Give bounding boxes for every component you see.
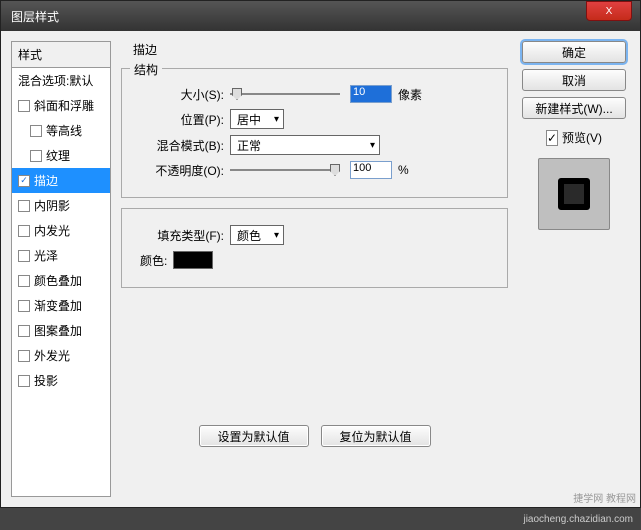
- style-label: 内阴影: [34, 197, 70, 214]
- fill-fieldset: 填充类型(F): 颜色 颜色:: [121, 208, 508, 288]
- preview-thumbnail: [538, 158, 610, 230]
- watermark-text: 捷学网 教程网: [573, 490, 636, 505]
- color-label: 颜色:: [140, 252, 167, 269]
- style-item-color-overlay[interactable]: 颜色叠加: [12, 268, 110, 293]
- checkbox-icon[interactable]: [18, 350, 30, 362]
- position-select[interactable]: 居中: [230, 109, 284, 129]
- position-row: 位置(P): 居中: [134, 109, 495, 129]
- dialog-body: 样式 混合选项:默认 斜面和浮雕 等高线 纹理 ✓ 描边 内阴影 内发光 光泽 颜…: [1, 31, 640, 507]
- preview-label: 预览(V): [562, 129, 602, 146]
- blend-mode-row: 混合模式(B): 正常: [134, 135, 495, 155]
- cancel-label: 取消: [562, 72, 586, 89]
- new-style-label: 新建样式(W)...: [535, 100, 612, 117]
- fill-type-row: 填充类型(F): 颜色: [134, 225, 495, 245]
- blend-options-label: 混合选项:默认: [18, 72, 93, 89]
- slider-thumb-icon[interactable]: [330, 164, 340, 176]
- preview-toggle[interactable]: ✓ 预览(V): [546, 129, 602, 146]
- preview-inner-icon: [558, 178, 590, 210]
- checkbox-icon[interactable]: [18, 325, 30, 337]
- ok-label: 确定: [562, 44, 586, 61]
- style-item-contour[interactable]: 等高线: [12, 118, 110, 143]
- structure-legend: 结构: [130, 61, 162, 78]
- style-label: 内发光: [34, 222, 70, 239]
- style-item-texture[interactable]: 纹理: [12, 143, 110, 168]
- style-item-inner-glow[interactable]: 内发光: [12, 218, 110, 243]
- style-item-pattern-overlay[interactable]: 图案叠加: [12, 318, 110, 343]
- layer-style-dialog: 图层样式 X 样式 混合选项:默认 斜面和浮雕 等高线 纹理 ✓ 描边 内阴影 内…: [0, 0, 641, 508]
- blend-mode-value: 正常: [237, 137, 261, 154]
- blend-options-item[interactable]: 混合选项:默认: [12, 68, 110, 93]
- slider-thumb-icon[interactable]: [232, 88, 242, 100]
- position-value: 居中: [237, 111, 261, 128]
- checkbox-icon[interactable]: [18, 250, 30, 262]
- checkbox-icon[interactable]: ✓: [18, 175, 30, 187]
- action-column: 确定 取消 新建样式(W)... ✓ 预览(V): [518, 41, 630, 497]
- make-default-button[interactable]: 设置为默认值: [199, 425, 309, 447]
- position-label: 位置(P):: [134, 111, 224, 128]
- panel-title: 描边: [133, 41, 508, 58]
- size-row: 大小(S): 10 像素: [134, 85, 495, 103]
- reset-default-button[interactable]: 复位为默认值: [321, 425, 431, 447]
- checkbox-icon[interactable]: [18, 200, 30, 212]
- new-style-button[interactable]: 新建样式(W)...: [522, 97, 626, 119]
- styles-header[interactable]: 样式: [11, 41, 111, 68]
- checkbox-icon[interactable]: [18, 275, 30, 287]
- structure-fieldset: 结构 大小(S): 10 像素 位置(P): 居中 混合模式(B): 正常: [121, 68, 508, 198]
- color-row: 颜色:: [134, 251, 495, 269]
- fill-type-label: 填充类型(F):: [134, 227, 224, 244]
- style-label: 描边: [34, 172, 58, 189]
- window-title: 图层样式: [11, 8, 59, 25]
- style-item-inner-shadow[interactable]: 内阴影: [12, 193, 110, 218]
- reset-default-label: 复位为默认值: [339, 428, 411, 445]
- page-footer: jiaocheng.chazidian.com: [0, 508, 641, 530]
- style-item-outer-glow[interactable]: 外发光: [12, 343, 110, 368]
- checkbox-icon[interactable]: [30, 150, 42, 162]
- styles-sidebar: 样式 混合选项:默认 斜面和浮雕 等高线 纹理 ✓ 描边 内阴影 内发光 光泽 颜…: [11, 41, 111, 497]
- fill-type-value: 颜色: [237, 227, 261, 244]
- size-label: 大小(S):: [134, 86, 224, 103]
- style-label: 图案叠加: [34, 322, 82, 339]
- style-label: 渐变叠加: [34, 297, 82, 314]
- close-button[interactable]: X: [586, 1, 632, 21]
- settings-panel: 描边 结构 大小(S): 10 像素 位置(P): 居中 混合模式(B):: [111, 41, 518, 497]
- size-slider[interactable]: [230, 93, 340, 95]
- styles-list: 混合选项:默认 斜面和浮雕 等高线 纹理 ✓ 描边 内阴影 内发光 光泽 颜色叠加…: [11, 68, 111, 497]
- cancel-button[interactable]: 取消: [522, 69, 626, 91]
- checkbox-icon[interactable]: ✓: [546, 130, 558, 146]
- style-label: 等高线: [46, 122, 82, 139]
- opacity-input[interactable]: 100: [350, 161, 392, 179]
- fill-type-select[interactable]: 颜色: [230, 225, 284, 245]
- blend-mode-select[interactable]: 正常: [230, 135, 380, 155]
- style-item-drop-shadow[interactable]: 投影: [12, 368, 110, 393]
- style-label: 投影: [34, 372, 58, 389]
- style-item-satin[interactable]: 光泽: [12, 243, 110, 268]
- close-x: X: [606, 6, 613, 17]
- style-item-gradient-overlay[interactable]: 渐变叠加: [12, 293, 110, 318]
- make-default-label: 设置为默认值: [217, 428, 289, 445]
- ok-button[interactable]: 确定: [522, 41, 626, 63]
- style-label: 外发光: [34, 347, 70, 364]
- size-unit: 像素: [398, 86, 422, 103]
- blend-mode-label: 混合模式(B):: [134, 137, 224, 154]
- style-label: 斜面和浮雕: [34, 97, 94, 114]
- checkbox-icon[interactable]: [18, 375, 30, 387]
- footer-url: jiaocheng.chazidian.com: [523, 514, 633, 525]
- style-label: 光泽: [34, 247, 58, 264]
- opacity-unit: %: [398, 163, 409, 177]
- style-item-bevel[interactable]: 斜面和浮雕: [12, 93, 110, 118]
- checkbox-icon[interactable]: [18, 225, 30, 237]
- titlebar[interactable]: 图层样式 X: [1, 1, 640, 31]
- style-label: 纹理: [46, 147, 70, 164]
- style-label: 颜色叠加: [34, 272, 82, 289]
- size-input[interactable]: 10: [350, 85, 392, 103]
- default-buttons-row: 设置为默认值 复位为默认值: [121, 425, 508, 447]
- color-swatch[interactable]: [173, 251, 213, 269]
- opacity-row: 不透明度(O): 100 %: [134, 161, 495, 179]
- opacity-slider[interactable]: [230, 169, 340, 171]
- checkbox-icon[interactable]: [18, 100, 30, 112]
- style-item-stroke[interactable]: ✓ 描边: [12, 168, 110, 193]
- opacity-label: 不透明度(O):: [134, 162, 224, 179]
- checkbox-icon[interactable]: [30, 125, 42, 137]
- checkbox-icon[interactable]: [18, 300, 30, 312]
